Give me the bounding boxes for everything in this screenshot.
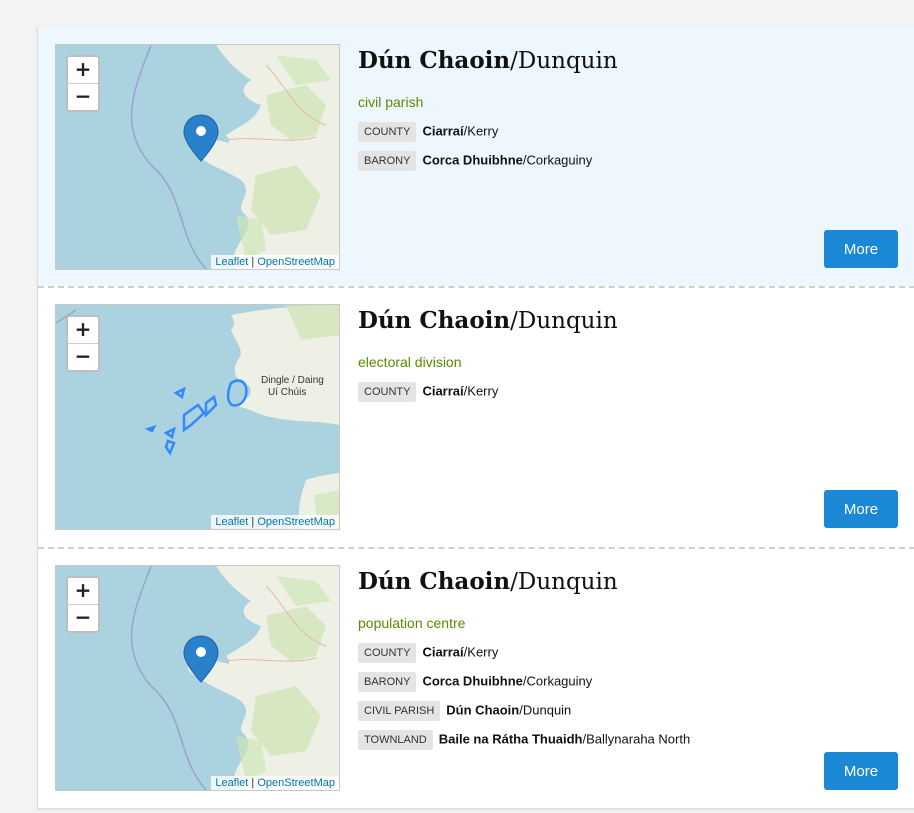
place-name-english: Dunquin bbox=[517, 48, 618, 74]
result-info: Dún Chaoin/Dunquin electoral division CO… bbox=[358, 304, 898, 409]
zoom-in-button[interactable]: + bbox=[68, 57, 98, 83]
map-place-label: Uí Chúis bbox=[268, 387, 306, 398]
result-info: Dún Chaoin/Dunquin civil parish COUNTY Ci… bbox=[358, 44, 898, 178]
title-separator: / bbox=[510, 569, 518, 595]
osm-link[interactable]: OpenStreetMap bbox=[257, 516, 335, 528]
result-info: Dún Chaoin/Dunquin population centre COU… bbox=[358, 565, 898, 757]
map-place-label: Dingle / Daing bbox=[261, 375, 324, 386]
place-name-irish: Dún Chaoin bbox=[358, 568, 511, 595]
osm-link[interactable]: OpenStreetMap bbox=[257, 256, 335, 268]
place-title[interactable]: Dún Chaoin/Dunquin bbox=[358, 44, 898, 78]
map-thumbnail[interactable]: + − Leaflet | OpenStreetMap bbox=[55, 565, 340, 791]
tag-badge: CIVIL PARISH bbox=[358, 700, 441, 721]
map-thumbnail[interactable]: + − Leaflet | OpenStreetMap bbox=[55, 44, 340, 270]
osm-link[interactable]: OpenStreetMap bbox=[257, 777, 335, 789]
parent-name-irish: Corca Dhuibhne bbox=[422, 152, 523, 168]
map-attribution: Leaflet | OpenStreetMap bbox=[211, 776, 339, 790]
results-list: + − Leaflet | OpenStreetMap Dún Chaoin/D… bbox=[37, 27, 914, 809]
tag-badge: COUNTY bbox=[358, 642, 417, 663]
parent-townland: TOWNLAND Baile na Rátha Thuaidh/Ballynara… bbox=[358, 728, 898, 750]
parent-name-english: Ballynaraha North bbox=[586, 731, 691, 747]
place-title[interactable]: Dún Chaoin/Dunquin bbox=[358, 565, 898, 599]
zoom-control: + − bbox=[66, 315, 100, 372]
parent-name-english: Corkaguiny bbox=[526, 673, 593, 689]
zoom-control: + − bbox=[66, 576, 100, 633]
parent-name-irish: Ciarraí bbox=[422, 644, 464, 660]
title-separator: / bbox=[510, 308, 518, 334]
parent-barony: BARONY Corca Dhuibhne/Corkaguiny bbox=[358, 149, 898, 171]
parent-name-irish: Baile na Rátha Thuaidh bbox=[438, 731, 583, 747]
zoom-out-button[interactable]: − bbox=[68, 343, 98, 370]
attribution-separator: | bbox=[248, 256, 258, 268]
zoom-out-button[interactable]: − bbox=[68, 83, 98, 110]
zoom-in-button[interactable]: + bbox=[68, 578, 98, 604]
parent-name-english: Corkaguiny bbox=[526, 152, 593, 168]
place-type: electoral division bbox=[358, 354, 462, 370]
parent-name-irish: Dún Chaoin bbox=[446, 702, 520, 718]
tag-badge: TOWNLAND bbox=[358, 729, 433, 750]
tag-badge: COUNTY bbox=[358, 121, 417, 142]
result-card: + − Leaflet | OpenStreetMap Dún Chaoin/D… bbox=[38, 548, 914, 808]
place-name-irish: Dún Chaoin bbox=[358, 307, 511, 334]
more-button[interactable]: More bbox=[824, 752, 898, 790]
zoom-in-button[interactable]: + bbox=[68, 317, 98, 343]
parent-name-irish: Corca Dhuibhne bbox=[422, 673, 523, 689]
attribution-separator: | bbox=[248, 777, 258, 789]
parent-county: COUNTY Ciarraí/Kerry bbox=[358, 120, 898, 142]
place-title[interactable]: Dún Chaoin/Dunquin bbox=[358, 304, 898, 338]
more-button[interactable]: More bbox=[824, 490, 898, 528]
place-type: civil parish bbox=[358, 94, 424, 110]
parent-civil-parish: CIVIL PARISH Dún Chaoin/Dunquin bbox=[358, 699, 898, 721]
title-separator: / bbox=[510, 48, 518, 74]
attribution-separator: | bbox=[248, 516, 258, 528]
parent-county: COUNTY Ciarraí/Kerry bbox=[358, 641, 898, 663]
tag-badge: BARONY bbox=[358, 150, 417, 171]
parent-name-english: Kerry bbox=[467, 383, 499, 399]
more-button[interactable]: More bbox=[824, 230, 898, 268]
parent-name-english: Dunquin bbox=[522, 702, 572, 718]
place-name-english: Dunquin bbox=[517, 569, 618, 595]
parent-county: COUNTY Ciarraí/Kerry bbox=[358, 380, 898, 402]
result-card: Dingle / Daing Uí Chúis + − Leaflet | Op… bbox=[38, 287, 914, 546]
parent-name-english: Kerry bbox=[467, 644, 499, 660]
tag-badge: COUNTY bbox=[358, 381, 417, 402]
parent-name-english: Kerry bbox=[467, 123, 499, 139]
map-thumbnail[interactable]: Dingle / Daing Uí Chúis + − Leaflet | Op… bbox=[55, 304, 340, 530]
tag-badge: BARONY bbox=[358, 671, 417, 692]
parent-name-irish: Ciarraí bbox=[422, 123, 464, 139]
place-name-english: Dunquin bbox=[517, 308, 618, 334]
parent-barony: BARONY Corca Dhuibhne/Corkaguiny bbox=[358, 670, 898, 692]
leaflet-link[interactable]: Leaflet bbox=[215, 777, 248, 789]
result-card: + − Leaflet | OpenStreetMap Dún Chaoin/D… bbox=[38, 27, 914, 286]
parent-name-irish: Ciarraí bbox=[422, 383, 464, 399]
place-type: population centre bbox=[358, 615, 466, 631]
leaflet-link[interactable]: Leaflet bbox=[215, 516, 248, 528]
map-attribution: Leaflet | OpenStreetMap bbox=[211, 515, 339, 529]
zoom-control: + − bbox=[66, 55, 100, 112]
leaflet-link[interactable]: Leaflet bbox=[215, 256, 248, 268]
zoom-out-button[interactable]: − bbox=[68, 604, 98, 631]
map-attribution: Leaflet | OpenStreetMap bbox=[211, 255, 339, 269]
place-name-irish: Dún Chaoin bbox=[358, 47, 511, 74]
